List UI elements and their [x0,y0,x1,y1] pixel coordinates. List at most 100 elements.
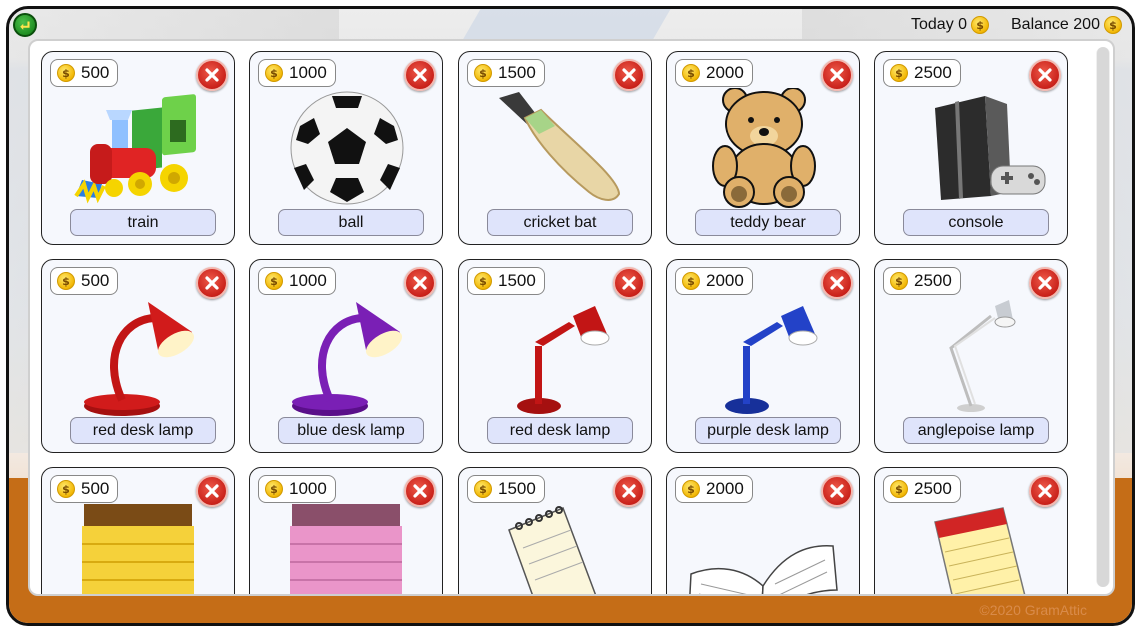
remove-button[interactable] [196,267,228,299]
close-icon [413,276,427,290]
price-tag: $ 500 [50,267,119,295]
app-frame: Today 0 $ Balance 200 $ $ 500 train $ 10… [6,6,1135,626]
coin-icon: $ [890,272,908,290]
remove-button[interactable] [196,475,228,507]
price-tag: $ 1000 [258,59,336,87]
item-card[interactable]: $ 2500 [874,467,1068,594]
soccer-ball-icon [270,88,424,208]
remove-button[interactable] [613,475,645,507]
yellow-notepad-icon [62,504,216,594]
remove-button[interactable] [821,267,853,299]
price-tag: $ 2500 [883,267,961,295]
today-counter: Today 0 $ [911,16,990,34]
item-name: anglepoise lamp [903,417,1049,444]
remove-button[interactable] [613,59,645,91]
back-arrow-icon [20,21,30,30]
price-tag: $ 1500 [467,475,545,503]
price-value: 1000 [289,63,327,82]
price-value: 1000 [289,479,327,498]
item-name: ball [278,209,424,236]
blue-arm-lamp-icon [687,296,841,416]
close-icon [1038,68,1052,82]
remove-button[interactable] [404,59,436,91]
item-card[interactable]: $ 2500 anglepoise lamp [874,259,1068,453]
remove-button[interactable] [821,475,853,507]
coin-icon: $ [265,64,283,82]
close-icon [205,68,219,82]
item-card[interactable]: $ 2000 teddy bear [666,51,860,245]
item-card[interactable]: $ 1500 cricket bat [458,51,652,245]
coin-icon: $ [265,272,283,290]
back-button[interactable] [13,13,37,37]
price-tag: $ 2000 [675,267,753,295]
close-icon [622,68,636,82]
price-value: 1500 [498,271,536,290]
purple-desk-lamp-icon [270,296,424,416]
item-card[interactable]: $ 500 [41,467,235,594]
close-icon [205,484,219,498]
price-tag: $ 2500 [883,475,961,503]
price-tag: $ 1000 [258,475,336,503]
coin-icon: $ [1103,16,1122,34]
item-card[interactable]: $ 2000 purple desk lamp [666,259,860,453]
item-card[interactable]: $ 1000 ball [249,51,443,245]
remove-button[interactable] [404,267,436,299]
scrollbar-thumb[interactable] [1097,47,1109,587]
price-value: 1500 [498,479,536,498]
close-icon [830,276,844,290]
remove-button[interactable] [404,475,436,507]
coin-icon: $ [682,480,700,498]
price-value: 2000 [706,271,744,290]
item-card[interactable]: $ 2000 [666,467,860,594]
coin-icon: $ [57,480,75,498]
item-card[interactable]: $ 1500 [458,467,652,594]
price-value: 2000 [706,63,744,82]
open-book-icon [687,504,841,594]
price-value: 2500 [914,479,952,498]
vertical-scrollbar[interactable] [1096,47,1110,587]
item-name: cricket bat [487,209,633,236]
pink-notepad-icon [270,504,424,594]
cricket-bat-icon [479,88,633,208]
coin-icon: $ [57,272,75,290]
copyright-text: ©2020 GramAttic [979,602,1087,618]
price-tag: $ 2000 [675,475,753,503]
price-value: 2000 [706,479,744,498]
legal-pad-icon [895,504,1049,594]
train-icon [62,88,216,208]
remove-button[interactable] [1029,475,1061,507]
item-name: red desk lamp [70,417,216,444]
close-icon [413,68,427,82]
top-bar: Today 0 $ Balance 200 $ [9,9,1132,43]
item-card[interactable]: $ 1000 blue desk lamp [249,259,443,453]
spiral-notepad-icon [479,504,633,594]
price-tag: $ 2500 [883,59,961,87]
price-tag: $ 1500 [467,267,545,295]
coin-icon: $ [890,480,908,498]
price-value: 500 [81,271,110,290]
coin-icon: $ [265,480,283,498]
teddy-bear-icon [687,87,841,208]
price-value: 1500 [498,63,536,82]
red-desk-lamp-icon [62,296,216,416]
close-icon [1038,484,1052,498]
item-card[interactable]: $ 1500 red desk lamp [458,259,652,453]
item-card[interactable]: $ 1000 [249,467,443,594]
remove-button[interactable] [196,59,228,91]
remove-button[interactable] [1029,59,1061,91]
remove-button[interactable] [613,267,645,299]
coin-icon: $ [474,64,492,82]
remove-button[interactable] [1029,267,1061,299]
item-name: console [903,209,1049,236]
item-name: purple desk lamp [695,417,841,444]
coin-icon: $ [474,480,492,498]
today-label: Today 0 [911,16,968,33]
price-value: 500 [81,479,110,498]
item-name: train [70,209,216,236]
item-card[interactable]: $ 2500 console [874,51,1068,245]
balance-label: Balance 200 [1011,16,1100,33]
remove-button[interactable] [821,59,853,91]
item-card[interactable]: $ 500 train [41,51,235,245]
game-console-icon [895,88,1049,208]
item-card[interactable]: $ 500 red desk lamp [41,259,235,453]
